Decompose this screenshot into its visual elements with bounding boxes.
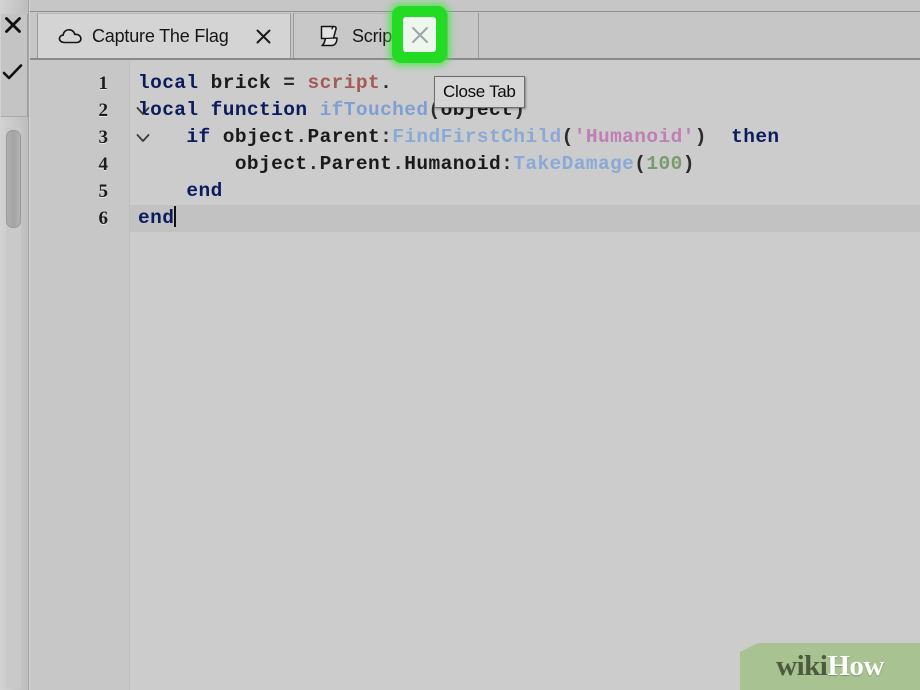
code-text[interactable]: if object.Parent:FindFirstChild('Humanoi… [138, 124, 780, 151]
code-editor[interactable]: 1 local brick = script. 2 local function if… [30, 60, 920, 690]
cloud-icon [58, 23, 84, 49]
watermark-text: wiki How [740, 643, 920, 690]
line-number: 5 [98, 181, 109, 202]
checkmark-icon[interactable] [0, 55, 26, 89]
code-token: ) [682, 153, 695, 175]
green-highlight-box [392, 6, 447, 63]
code-token: Humanoid [404, 153, 502, 175]
code-token: . [380, 72, 393, 94]
tooltip-text: Close Tab [443, 82, 516, 101]
code-token: ( [561, 126, 574, 148]
code-line[interactable]: 3 if object.Parent:FindFirstChild('Human… [30, 124, 920, 151]
tab-bar-top-border [30, 11, 920, 12]
code-token: object [234, 153, 308, 175]
vertical-scrollbar-thumb[interactable] [6, 130, 21, 228]
code-token: Parent [319, 153, 393, 175]
code-token: object [222, 126, 296, 148]
tab-bar-right-edge [478, 13, 479, 58]
code-token: = [283, 72, 296, 94]
code-token: FindFirstChild [392, 126, 562, 148]
code-token: 100 [646, 153, 683, 175]
line-number: 4 [98, 154, 109, 175]
left-tool-strip [0, 0, 28, 690]
code-line[interactable]: 5 end [30, 178, 920, 205]
script-editor-window: Capture The Flag Scrip 1 local brick = s… [0, 0, 920, 690]
code-token: : [380, 126, 393, 148]
close-icon[interactable] [0, 8, 26, 42]
code-token: script [307, 72, 381, 94]
text-caret [174, 206, 177, 227]
tooltip-close-tab: Close Tab [434, 76, 525, 108]
tab-label: Scrip [352, 25, 393, 46]
script-document-icon [316, 23, 342, 49]
code-token: end [138, 207, 175, 229]
code-text[interactable]: object.Parent.Humanoid:TakeDamage(100) [138, 151, 695, 178]
code-token: ( [634, 153, 647, 175]
current-line-highlight [130, 205, 920, 232]
code-token: brick [210, 72, 272, 94]
code-token: . [392, 153, 405, 175]
line-number: 1 [98, 73, 109, 94]
code-line[interactable]: 6 end [30, 205, 920, 232]
watermark-wiki: wiki [776, 650, 828, 682]
code-token: then [731, 126, 780, 148]
code-token: end [186, 180, 223, 202]
code-token: function [210, 99, 308, 121]
close-icon [411, 26, 428, 43]
code-text[interactable]: end [138, 178, 223, 205]
code-token: 'Humanoid' [573, 126, 695, 148]
tab-capture-the-flag[interactable]: Capture The Flag [37, 13, 291, 58]
line-number: 6 [98, 208, 109, 229]
tab-bar: Capture The Flag Scrip [30, 0, 920, 60]
wikihow-watermark: wiki How [740, 634, 920, 690]
close-icon[interactable] [252, 25, 274, 47]
code-token: . [307, 153, 320, 175]
watermark-how: How [827, 650, 884, 682]
code-token: local [138, 72, 199, 94]
code-line[interactable]: 4 object.Parent.Humanoid:TakeDamage(100) [30, 151, 920, 178]
line-number: 3 [98, 127, 109, 148]
code-token: local [138, 99, 199, 121]
code-token: TakeDamage [513, 153, 635, 175]
code-text[interactable]: local brick = script. [138, 70, 392, 97]
close-tab-button-highlighted[interactable] [403, 17, 436, 52]
line-number: 2 [98, 100, 109, 121]
code-token: Parent [307, 126, 381, 148]
code-text[interactable]: end [138, 205, 177, 232]
code-token: ifTouched [319, 99, 429, 121]
code-token: ) [694, 126, 707, 148]
code-token: . [295, 126, 308, 148]
code-token: if [186, 126, 211, 148]
tab-label: Capture The Flag [92, 25, 229, 46]
code-lines-container[interactable]: 1 local brick = script. 2 local function if… [30, 60, 920, 690]
code-token: : [501, 153, 514, 175]
